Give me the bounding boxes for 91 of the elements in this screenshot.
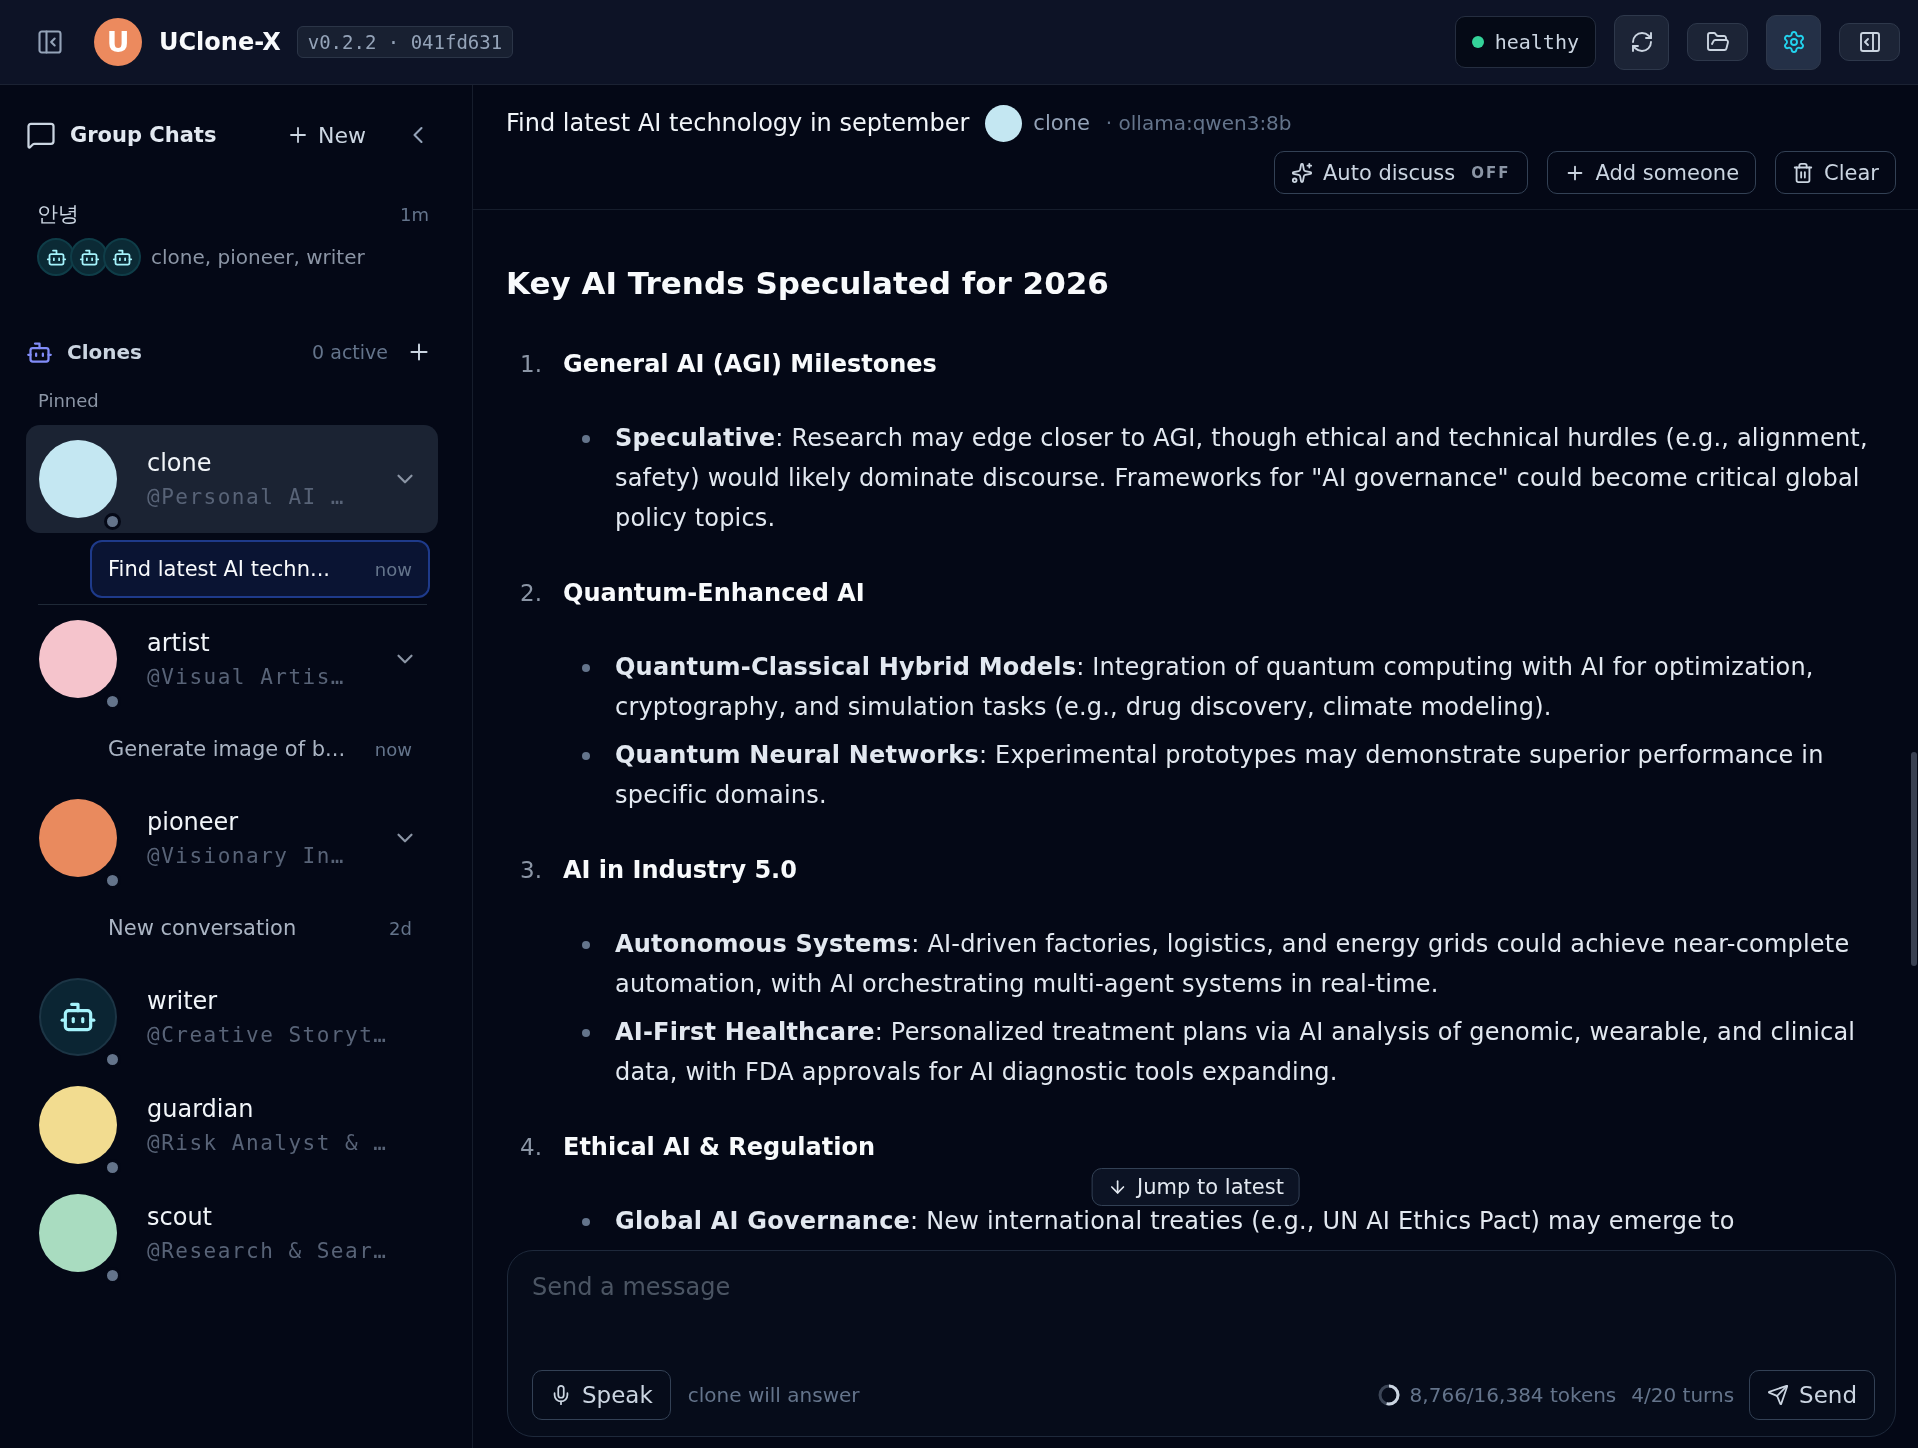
refresh-icon bbox=[1629, 30, 1654, 54]
list-number: 2. bbox=[520, 579, 543, 608]
scrollbar-thumb[interactable] bbox=[1911, 752, 1917, 966]
section-title: AI in Industry 5.0 bbox=[563, 855, 797, 886]
clone-handle: @Research & Sear… bbox=[147, 1238, 388, 1264]
clone-name: guardian bbox=[147, 1094, 255, 1124]
bullet-text: Global AI Governance: New international treaties (e.g., UN AI Ethics Pact) may emerge to bbox=[615, 1206, 1735, 1237]
group-chat-item[interactable]: 안녕 1m clone, pioneer, writer bbox=[26, 194, 438, 284]
settings-icon bbox=[1781, 30, 1806, 54]
chat-item[interactable]: Generate image of b... now bbox=[90, 720, 430, 778]
section-heading: Clones bbox=[67, 340, 142, 364]
conversation-title: Find latest AI technology in september bbox=[506, 109, 970, 137]
active-count: 0 active bbox=[312, 341, 388, 363]
chat-time: 1m bbox=[400, 203, 429, 225]
health-label: healthy bbox=[1494, 30, 1579, 54]
clear-button[interactable]: Clear bbox=[1775, 151, 1896, 194]
jump-to-latest-button[interactable]: Jump to latest bbox=[1091, 1168, 1300, 1206]
section-title: Ethical AI & Regulation bbox=[563, 1132, 876, 1163]
pinned-label: Pinned bbox=[38, 390, 100, 411]
turn-count: 4/20 turns bbox=[1631, 1383, 1735, 1407]
bullet-icon bbox=[582, 664, 590, 672]
section-title: Quantum-Enhanced AI bbox=[563, 578, 865, 609]
bullet-icon bbox=[582, 1029, 590, 1037]
send-icon bbox=[1767, 1384, 1790, 1406]
message-input[interactable]: Send a message bbox=[532, 1269, 1875, 1305]
settings-button[interactable] bbox=[1766, 14, 1821, 70]
sidebar-toggle-icon[interactable] bbox=[36, 28, 64, 56]
new-chat-button[interactable]: New bbox=[286, 122, 366, 148]
folder-icon bbox=[1705, 30, 1730, 54]
clone-item[interactable]: clone @Personal AI … bbox=[26, 425, 438, 533]
clone-item[interactable]: writer @Creative Storyt… bbox=[26, 963, 438, 1071]
chat-title: Generate image of b... bbox=[108, 737, 346, 761]
chat-time: 2d bbox=[389, 917, 412, 939]
clone-handle: @Personal AI … bbox=[147, 484, 345, 510]
auto-discuss-button[interactable]: Auto discuss OFF bbox=[1273, 151, 1528, 194]
robot-avatar-icon bbox=[37, 238, 75, 276]
robot-avatar-icon bbox=[103, 238, 141, 276]
sidebar-heading: Group Chats bbox=[70, 123, 217, 147]
chat-bubble-icon bbox=[26, 120, 56, 150]
version-badge: v0.2.2 · 041fd631 bbox=[296, 26, 514, 58]
agent-name: clone bbox=[1033, 111, 1090, 135]
bullet-icon bbox=[582, 752, 590, 760]
responder-note: clone will answer bbox=[687, 1383, 860, 1407]
clone-name: artist bbox=[147, 628, 211, 658]
app-name: UClone-X bbox=[159, 28, 281, 56]
member-names: clone, pioneer, writer bbox=[151, 245, 365, 269]
sparkle-icon bbox=[1290, 161, 1313, 184]
clone-handle: @Risk Analyst & … bbox=[147, 1130, 388, 1156]
panel-right-icon bbox=[1857, 30, 1882, 54]
clone-name: scout bbox=[147, 1202, 213, 1232]
list-number: 1. bbox=[520, 350, 543, 379]
clone-name: pioneer bbox=[147, 807, 240, 837]
list-number: 4. bbox=[520, 1133, 543, 1162]
group-chat-name: 안녕 bbox=[37, 201, 79, 228]
chat-title: New conversation bbox=[108, 916, 297, 940]
clone-item[interactable]: pioneer @Visionary In… bbox=[26, 784, 438, 892]
model-name: · ollama:qwen3:8b bbox=[1105, 111, 1292, 135]
clone-item[interactable]: scout @Research & Sear… bbox=[26, 1179, 438, 1287]
bullet-text: Quantum Neural Networks: Experimental prototypes may demonstrate superior performance in specific domains. bbox=[615, 740, 1825, 811]
trash-icon bbox=[1792, 161, 1815, 184]
refresh-button[interactable] bbox=[1614, 14, 1669, 70]
chat-item[interactable]: New conversation 2d bbox=[90, 899, 430, 957]
clone-name: writer bbox=[147, 986, 219, 1016]
speak-button[interactable]: Speak bbox=[532, 1370, 671, 1420]
clone-handle: @Creative Storyt… bbox=[147, 1022, 388, 1048]
app-logo: U bbox=[94, 18, 142, 66]
clone-name: clone bbox=[147, 448, 213, 478]
chat-item[interactable]: Find latest AI techn... now bbox=[90, 540, 430, 598]
token-count: 8,766/16,384 tokens bbox=[1409, 1383, 1617, 1407]
bullet-text: Autonomous Systems: AI-driven factories, logistics, and energy grids could achieve near-complete automation, with AI orchestrating multi-agent systems in real-time. bbox=[615, 929, 1851, 1000]
folder-button[interactable] bbox=[1687, 23, 1748, 61]
clone-item[interactable]: artist @Visual Artis… bbox=[26, 605, 438, 713]
clone-handle: @Visionary In… bbox=[147, 843, 345, 869]
chat-time: now bbox=[374, 558, 412, 580]
robot-avatar-icon bbox=[70, 238, 108, 276]
bullet-icon bbox=[582, 1218, 590, 1226]
chat-title: Find latest AI techn... bbox=[108, 557, 330, 581]
section-title: General AI (AGI) Milestones bbox=[563, 349, 937, 380]
add-someone-button[interactable]: Add someone bbox=[1546, 151, 1757, 194]
list-number: 3. bbox=[520, 856, 543, 885]
bullet-text: AI-First Healthcare: Personalized treatment plans via AI analysis of genomic, wearable, and clinical data, with FDA approvals for AI diagnostic tools expanding. bbox=[615, 1017, 1857, 1088]
message-heading: Key AI Trends Speculated for 2026 bbox=[506, 264, 1110, 303]
clone-handle: @Visual Artis… bbox=[147, 664, 345, 690]
bullet-text: Quantum-Classical Hybrid Models: Integration of quantum computing with AI for optimization, cryptography, and simulation tasks (e.g., drug discovery, climate modeling). bbox=[615, 652, 1815, 723]
send-button[interactable]: Send bbox=[1749, 1370, 1875, 1420]
bullet-icon bbox=[582, 941, 590, 949]
bullet-icon bbox=[582, 435, 590, 443]
clone-item[interactable]: guardian @Risk Analyst & … bbox=[26, 1071, 438, 1179]
panel-toggle-button[interactable] bbox=[1839, 23, 1900, 61]
bullet-text: Speculative: Research may edge closer to AGI, though ethical and technical hurdles (e.g., alignment, safety) would likely dominate discourse. Frameworks for "AI governance" could become critical global policy topics. bbox=[615, 423, 1869, 534]
chat-time: now bbox=[374, 738, 412, 760]
